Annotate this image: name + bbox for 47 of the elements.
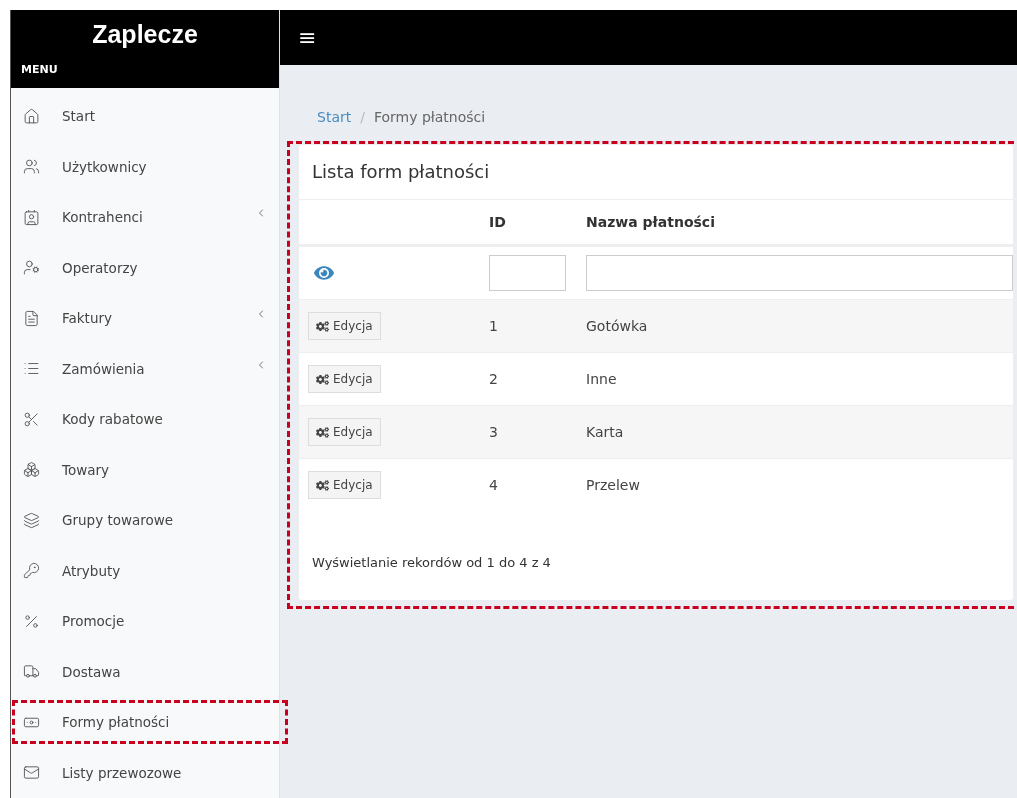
gears-icon (316, 319, 329, 333)
gears-icon (316, 372, 329, 386)
gears-icon (316, 425, 329, 439)
sidebar-item[interactable]: Zamówienia (11, 343, 279, 394)
user-gear-icon (23, 259, 40, 277)
breadcrumb-current: Formy płatności (373, 109, 486, 125)
scissors-icon (23, 410, 40, 428)
table-cell: 3 (479, 405, 576, 458)
sidebar-item[interactable]: Promocje (11, 596, 279, 647)
sidebar-item[interactable]: Faktury (11, 293, 279, 344)
sidebar-item[interactable]: Listy przewozowe (11, 747, 279, 798)
table-cell: Gotówka (576, 299, 1013, 352)
edit-button[interactable]: Edycja (308, 312, 381, 340)
sidebar-item[interactable]: Start (11, 91, 279, 142)
table-cell: Karta (576, 405, 1013, 458)
breadcrumb-separator: / (360, 109, 365, 125)
home-icon (23, 107, 40, 125)
truck-icon (23, 663, 40, 681)
edit-button[interactable]: Edycja (308, 365, 381, 393)
brand-title: Zaplecze (91, 19, 199, 50)
records-info: Wyświetlanie rekordów od 1 do 4 z 4 (311, 554, 552, 572)
users-icon (23, 158, 40, 176)
sidebar-item[interactable]: Grupy towarowe (11, 495, 279, 546)
filter-field[interactable] (586, 255, 1013, 291)
card-title: Lista form płatności (299, 145, 1013, 200)
sidebar-item[interactable]: Dostawa (11, 646, 279, 697)
sidebar-item[interactable]: Towary (11, 444, 279, 495)
menu-button[interactable]: ≡ (296, 25, 319, 50)
layers-icon (23, 511, 40, 529)
table-cell: 1 (479, 299, 576, 352)
menu-label: MENU (20, 62, 59, 78)
gears-icon (316, 478, 329, 492)
sidebar-item[interactable]: Operatorzy (11, 242, 279, 293)
key-icon (23, 562, 40, 580)
sidebar-item[interactable]: Kontrahenci (11, 192, 279, 243)
eye-icon[interactable] (314, 263, 334, 283)
mail-icon (23, 764, 40, 782)
edit-button[interactable]: Edycja (308, 471, 381, 499)
sidebar-item[interactable]: Atrybuty (11, 545, 279, 596)
sidebar-item[interactable]: Kody rabatowe (11, 394, 279, 445)
filter-field[interactable] (489, 255, 566, 291)
boxes-icon (23, 461, 40, 479)
document-icon (23, 309, 40, 327)
sidebar-item[interactable]: Użytkownicy (11, 141, 279, 192)
percent-icon (23, 612, 40, 630)
edit-button[interactable]: Edycja (308, 418, 381, 446)
contact-card-icon (23, 208, 40, 226)
